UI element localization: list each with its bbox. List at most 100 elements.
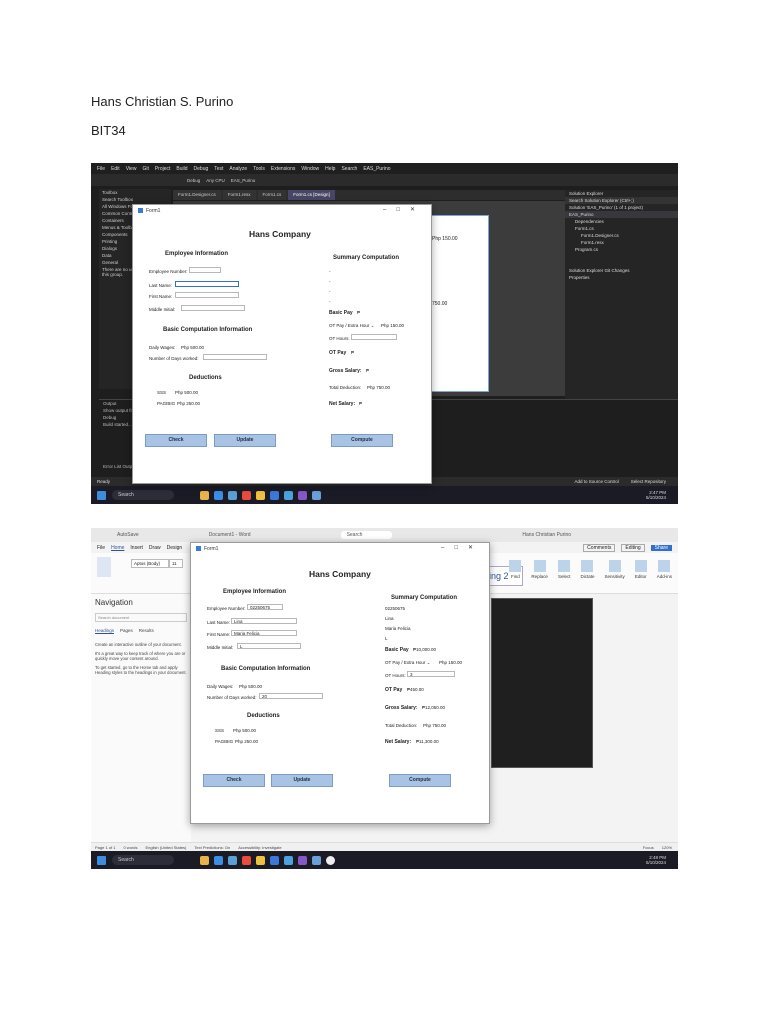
ot-rate-dropdown[interactable]: OT Pay / Extra Hour ⌄	[385, 660, 430, 666]
menu-item[interactable]: Analyze	[229, 166, 247, 172]
days-worked-input[interactable]	[203, 354, 267, 360]
compute-button[interactable]: Compute	[331, 434, 393, 447]
ot-hours-input[interactable]: 3	[407, 671, 455, 677]
start-button[interactable]: EAS_Purino	[231, 178, 256, 183]
chrome-icon[interactable]	[242, 855, 251, 865]
share-button[interactable]: Share	[650, 544, 672, 551]
text-predictions[interactable]: Text Predictions: On	[194, 845, 230, 850]
source-control-button[interactable]: Add to Source Control	[574, 479, 618, 484]
platform-dropdown[interactable]: Any CPU	[206, 178, 225, 183]
solution-node[interactable]: Program.cs	[565, 246, 678, 253]
navigation-search[interactable]: Search document	[95, 613, 187, 622]
tab-headings[interactable]: Headings	[95, 628, 115, 634]
accessibility[interactable]: Accessibility: Investigate	[238, 845, 281, 850]
editor-button[interactable]: Editor	[634, 560, 647, 579]
taskbar-search[interactable]: Search	[112, 490, 174, 500]
visual-studio-icon[interactable]	[298, 855, 307, 865]
font-size-box[interactable]: 11	[169, 559, 183, 568]
clock[interactable]: 2:48 PM 5/10/2024	[646, 855, 666, 865]
chrome-icon[interactable]	[242, 490, 251, 500]
paste-icon[interactable]	[97, 557, 111, 577]
replace-button[interactable]: Replace	[531, 560, 548, 579]
tab-home[interactable]: Home	[111, 545, 124, 551]
tab-designer-cs[interactable]: Form1.Designer.cs	[173, 190, 221, 200]
first-name-input[interactable]	[175, 292, 239, 298]
app-icon[interactable]	[326, 855, 335, 865]
windows-start-icon[interactable]	[97, 855, 106, 865]
update-button[interactable]: Update	[271, 774, 333, 787]
tab-resx[interactable]: Form1.resx	[222, 190, 256, 200]
file-explorer-icon[interactable]	[200, 855, 209, 865]
check-button[interactable]: Check	[145, 434, 207, 447]
repository-button[interactable]: Select Repository	[631, 479, 666, 484]
solution-node[interactable]: Dependencies	[565, 218, 678, 225]
file-explorer-icon[interactable]	[200, 490, 209, 500]
clock[interactable]: 2:47 PM 5/10/2024	[646, 490, 666, 500]
menu-item[interactable]: Git	[142, 166, 148, 172]
comments-button[interactable]: Comments	[583, 543, 616, 552]
app-icon[interactable]	[284, 855, 293, 865]
folder-icon[interactable]	[256, 855, 265, 865]
tab-draw[interactable]: Draw	[149, 545, 161, 551]
menu-item[interactable]: Help	[325, 166, 335, 172]
windows-start-icon[interactable]	[97, 490, 106, 500]
solution-search[interactable]: Search Solution Explorer (Ctrl+;)	[565, 197, 678, 204]
tab-form-design[interactable]: Form1.cs [Design]	[288, 190, 335, 200]
menu-item[interactable]: Tools	[253, 166, 265, 172]
toolbox-search[interactable]: Search Toolbox	[99, 196, 171, 203]
app-icon[interactable]	[270, 855, 279, 865]
app-icon[interactable]	[270, 490, 279, 500]
visual-studio-icon[interactable]	[298, 490, 307, 500]
store-icon[interactable]	[228, 855, 237, 865]
autosave-toggle[interactable]: AutoSave	[117, 532, 139, 538]
language[interactable]: English (United States)	[145, 845, 186, 850]
browser-icon[interactable]	[214, 490, 223, 500]
menu-item[interactable]: View	[126, 166, 137, 172]
solution-node[interactable]: Form1.resx	[565, 239, 678, 246]
app-icon[interactable]	[312, 490, 321, 500]
tab-design[interactable]: Design	[167, 545, 183, 551]
zoom-level[interactable]: 120%	[662, 845, 672, 850]
tab-form-cs[interactable]: Form1.cs	[257, 190, 287, 200]
browser-icon[interactable]	[214, 855, 223, 865]
tab-pages[interactable]: Pages	[120, 628, 133, 634]
middle-initial-input[interactable]	[181, 305, 245, 311]
font-name-box[interactable]: Aptos (Body)	[131, 559, 169, 568]
app-icon[interactable]	[312, 855, 321, 865]
first-name-input[interactable]: Maria Felicia	[231, 630, 297, 636]
tab-file[interactable]: File	[97, 545, 105, 551]
last-name-input[interactable]	[175, 281, 239, 287]
menu-item[interactable]: File	[97, 166, 105, 172]
check-button[interactable]: Check	[203, 774, 265, 787]
ot-rate-dropdown[interactable]: OT Pay / Extra Hour ⌄	[329, 323, 374, 329]
dictate-button[interactable]: Dictate	[580, 560, 594, 579]
update-button[interactable]: Update	[214, 434, 276, 447]
solution-node[interactable]: Form1.Designer.cs	[565, 232, 678, 239]
editing-button[interactable]: Editing	[621, 543, 645, 552]
find-button[interactable]: Find	[509, 560, 522, 579]
menu-item[interactable]: Debug	[194, 166, 209, 172]
menu-item[interactable]: Build	[176, 166, 187, 172]
sensitivity-button[interactable]: Sensitivity	[604, 560, 625, 579]
ot-hours-input[interactable]	[351, 334, 397, 340]
app-icon[interactable]	[284, 490, 293, 500]
select-button[interactable]: Select	[558, 560, 570, 579]
middle-initial-input[interactable]: L	[237, 643, 301, 649]
tab-insert[interactable]: Insert	[130, 545, 143, 551]
config-dropdown[interactable]: Debug	[187, 178, 200, 183]
tab-results[interactable]: Results	[139, 628, 154, 634]
menu-item[interactable]: Edit	[111, 166, 120, 172]
project-node[interactable]: EAS_Purino	[565, 211, 678, 218]
focus-button[interactable]: Focus	[643, 845, 654, 850]
window-controls[interactable]: –□✕	[441, 544, 483, 551]
taskbar-search[interactable]: Search	[112, 855, 174, 865]
menu-item[interactable]: Test	[214, 166, 223, 172]
menu-item[interactable]: Window	[301, 166, 319, 172]
solution-node[interactable]: Form1.cs	[565, 225, 678, 232]
add-ins-button[interactable]: Add-ins	[657, 560, 672, 579]
last-name-input[interactable]: Lina	[231, 618, 297, 624]
word-search[interactable]: Search	[340, 531, 393, 539]
window-controls[interactable]: –□✕	[383, 206, 425, 213]
store-icon[interactable]	[228, 490, 237, 500]
employee-number-input[interactable]	[189, 267, 221, 273]
